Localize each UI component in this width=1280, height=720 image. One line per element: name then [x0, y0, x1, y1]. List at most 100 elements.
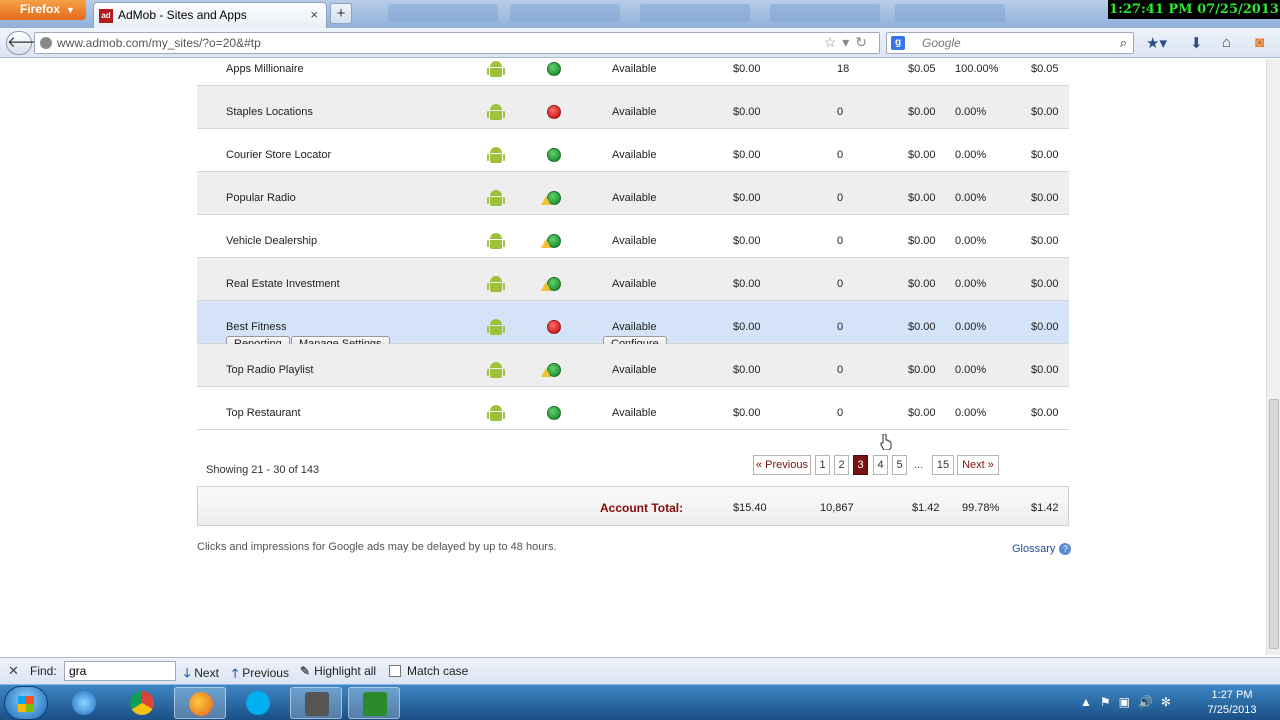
- availability: Available: [612, 149, 657, 161]
- previous-page-button[interactable]: « Previous: [753, 455, 811, 475]
- taskbar-camtasia[interactable]: [348, 687, 400, 719]
- page-button-3-current[interactable]: 3: [853, 455, 868, 475]
- site-row[interactable]: Apps Millionaire Available $0.00 18 $0.05 100…: [197, 59, 1069, 86]
- site-row[interactable]: Vehicle Dealership Available $0.00 0 $0.00 0.…: [197, 215, 1069, 258]
- next-page-button[interactable]: Next »: [957, 455, 999, 475]
- site-name[interactable]: Apps Millionaire: [226, 63, 304, 75]
- url-bar[interactable]: www.admob.com/my_sites/?o=20&#tp ☆▾↻: [34, 32, 880, 54]
- page-button-5[interactable]: 5: [892, 455, 907, 475]
- site-row[interactable]: Popular Radio Available $0.00 0 $0.00 0.00% $0…: [197, 172, 1069, 215]
- taskbar-firefox[interactable]: [174, 687, 226, 719]
- search-bar[interactable]: g Google ⌕: [886, 32, 1134, 54]
- tray-date[interactable]: 7/25/2013: [1202, 704, 1262, 716]
- ecpm: $0.00: [908, 192, 936, 204]
- site-identity-icon[interactable]: [40, 37, 52, 49]
- new-tab-button[interactable]: +: [330, 3, 352, 24]
- status-red-icon: [547, 320, 561, 334]
- match-case-checkbox[interactable]: [389, 665, 401, 677]
- background-tab[interactable]: [388, 4, 498, 22]
- scrollbar-thumb[interactable]: [1269, 399, 1279, 649]
- status-red-icon: [547, 105, 561, 119]
- revenue: $0.00: [733, 149, 761, 161]
- ecpm: $0.00: [908, 364, 936, 376]
- status-green-icon: [541, 191, 561, 205]
- taskbar-recorder[interactable]: [290, 687, 342, 719]
- page-button-15[interactable]: 15: [932, 455, 954, 475]
- total-revenue: $15.40: [733, 502, 767, 514]
- availability: Available: [612, 235, 657, 247]
- taskbar-chrome[interactable]: [116, 687, 168, 719]
- google-engine-icon[interactable]: g: [891, 36, 905, 50]
- background-tab[interactable]: [510, 4, 620, 22]
- url-text: www.admob.com/my_sites/?o=20&#tp: [57, 36, 261, 50]
- availability: Available: [612, 278, 657, 290]
- est-revenue: $0.00: [1031, 364, 1059, 376]
- availability: Available: [612, 106, 657, 118]
- start-button[interactable]: [4, 686, 48, 720]
- search-icon[interactable]: ⌕: [1120, 35, 1127, 51]
- status-green-icon: [547, 148, 561, 162]
- account-totals-row: Account Total: $15.40 10,867 $1.42 99.78…: [197, 486, 1069, 526]
- firefox-menu-button[interactable]: Firefox ▼: [0, 0, 86, 20]
- tray-time[interactable]: 1:27 PM: [1202, 689, 1262, 701]
- home-icon[interactable]: ⌂: [1222, 34, 1231, 51]
- android-platform-icon: [487, 147, 505, 164]
- status-green-icon: [541, 363, 561, 377]
- page-button-1[interactable]: 1: [815, 455, 830, 475]
- glossary-label: Glossary: [1012, 543, 1056, 555]
- page-scrollbar[interactable]: [1266, 59, 1280, 655]
- site-name[interactable]: Popular Radio: [226, 192, 296, 204]
- downloads-icon[interactable]: ⬇: [1190, 34, 1203, 52]
- active-tab[interactable]: ad AdMob - Sites and Apps ×: [93, 2, 327, 28]
- est-revenue: $0.00: [1031, 407, 1059, 419]
- find-label: Find:: [30, 664, 57, 678]
- back-button[interactable]: 🡐: [6, 31, 47, 55]
- impressions: 0: [837, 278, 844, 290]
- site-name[interactable]: Best Fitness: [226, 321, 287, 333]
- site-row[interactable]: Real Estate Investment Available $0.00 0 $0.…: [197, 258, 1069, 301]
- tab-title: AdMob - Sites and Apps: [118, 8, 247, 22]
- page-button-2[interactable]: 2: [834, 455, 849, 475]
- total-est-revenue: $1.42: [1031, 502, 1059, 514]
- impressions: 18: [837, 63, 850, 75]
- site-row[interactable]: Courier Store Locator Available $0.00 0 $0.0…: [197, 129, 1069, 172]
- help-icon: ?: [1059, 543, 1072, 555]
- site-name[interactable]: Top Radio Playlist: [226, 364, 313, 376]
- site-row[interactable]: Top Restaurant Available $0.00 0 $0.00 0.00% $…: [197, 387, 1069, 430]
- internet-explorer-icon: [72, 691, 96, 715]
- site-name[interactable]: Courier Store Locator: [226, 149, 331, 161]
- availability: Available: [612, 364, 657, 376]
- glossary-link[interactable]: Glossary?: [1012, 543, 1072, 555]
- find-input[interactable]: [64, 661, 176, 681]
- page-button-4[interactable]: 4: [873, 455, 888, 475]
- site-name[interactable]: Real Estate Investment: [226, 278, 340, 290]
- taskbar-ie[interactable]: [58, 687, 110, 719]
- highlight-all-button[interactable]: ✎ Highlight all: [300, 664, 376, 678]
- find-previous-button[interactable]: 🡑 Previous: [232, 664, 289, 685]
- ecpm: $0.00: [908, 235, 936, 247]
- revenue: $0.00: [733, 278, 761, 290]
- navigation-bar: 🡐 www.admob.com/my_sites/?o=20&#tp ☆▾↻ g…: [0, 28, 1280, 58]
- taskbar-skype[interactable]: [232, 687, 284, 719]
- site-row[interactable]: Top Radio Playlist Available $0.00 0 $0.00 0.…: [197, 344, 1069, 387]
- showing-count: Showing 21 - 30 of 143: [206, 464, 320, 476]
- fill-rate: 0.00%: [955, 235, 987, 247]
- site-name[interactable]: Vehicle Dealership: [226, 235, 317, 247]
- find-next-button[interactable]: 🡓 Next: [184, 664, 219, 685]
- close-find-bar-icon[interactable]: ✕: [8, 663, 19, 679]
- match-case-label: Match case: [407, 664, 469, 678]
- background-tab[interactable]: [770, 4, 880, 22]
- bookmark-reload-icons[interactable]: ☆▾↻: [824, 34, 873, 51]
- bookmarks-icon[interactable]: ★▾: [1146, 34, 1167, 52]
- site-row[interactable]: Best Fitness Available $0.00 0 $0.00 0.00% $0.…: [197, 301, 1069, 353]
- tray-icons[interactable]: ▲⚑▣🔊✻: [1080, 695, 1179, 709]
- background-tab[interactable]: [640, 4, 750, 22]
- impressions: 0: [837, 106, 844, 118]
- site-row[interactable]: Staples Locations Available $0.00 0 $0.00 0.0…: [197, 86, 1069, 129]
- site-name[interactable]: Staples Locations: [226, 106, 313, 118]
- background-tab[interactable]: [895, 4, 1005, 22]
- rss-icon[interactable]: ◙: [1255, 34, 1264, 51]
- site-name[interactable]: Top Restaurant: [226, 407, 301, 419]
- page-viewport: Apps Millionaire Available $0.00 18 $0.05 100…: [0, 59, 1266, 655]
- close-tab-icon[interactable]: ×: [310, 7, 318, 22]
